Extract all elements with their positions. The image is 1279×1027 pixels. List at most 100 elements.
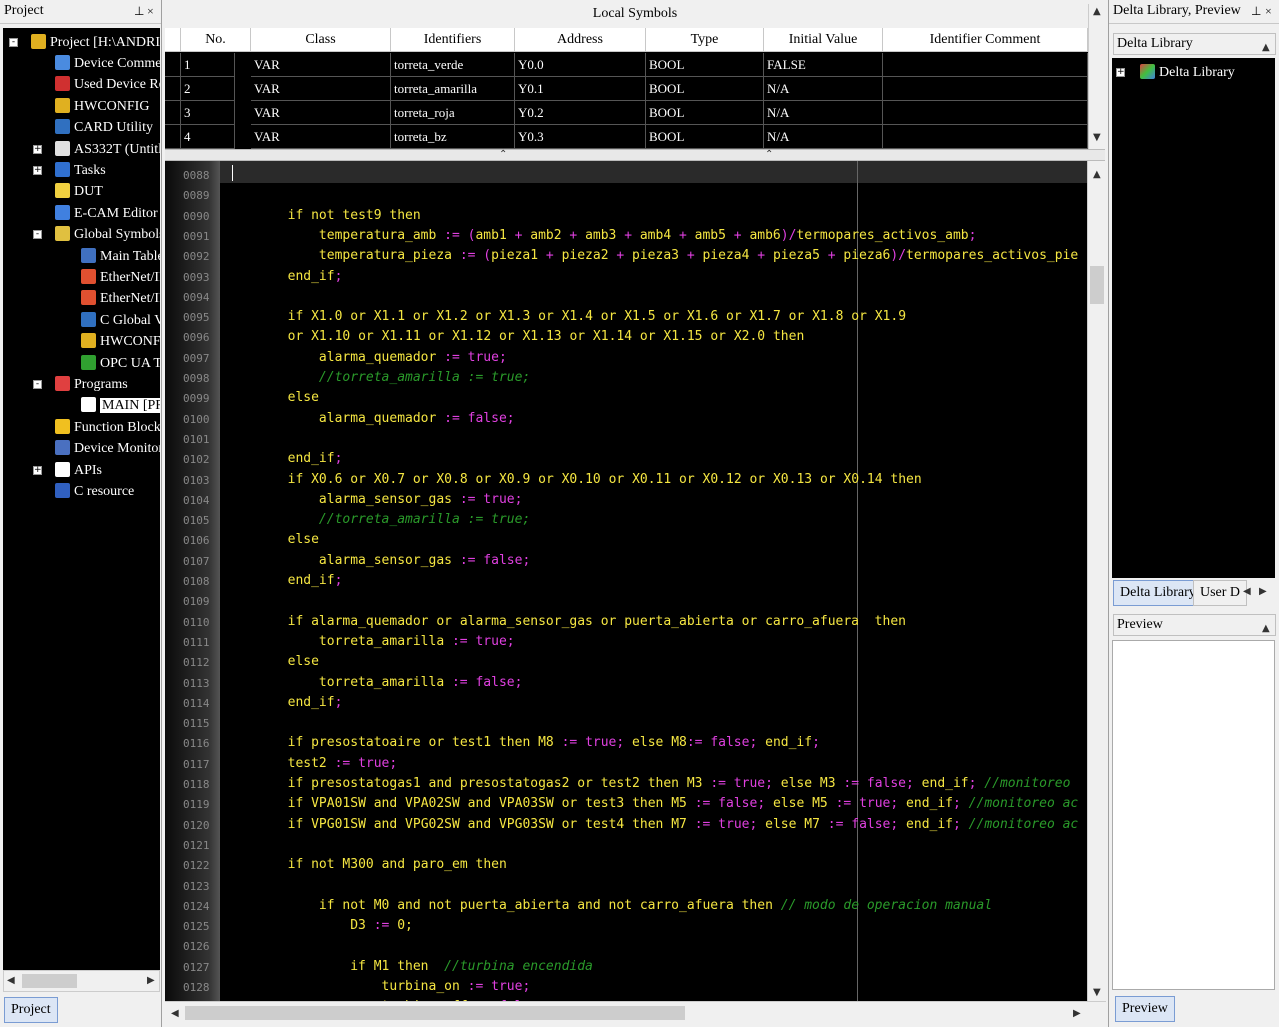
tab-preview[interactable]: Preview (1115, 996, 1175, 1022)
table-cell[interactable]: VAR (251, 125, 391, 149)
tab-delta-library[interactable]: Delta Library (1113, 580, 1203, 606)
tree-item-card-utility[interactable]: CARD Utility (55, 117, 153, 138)
tree-item-dut[interactable]: DUT (55, 181, 103, 202)
editor-horizontal-scrollbar[interactable]: ◀ ▶ (165, 1001, 1106, 1025)
scrollbar-thumb[interactable] (22, 974, 77, 988)
tree-item-apis[interactable]: APIs (55, 460, 102, 481)
code-line[interactable]: temperatura_pieza := (pieza1 + pieza2 + … (225, 248, 1078, 263)
table-cell[interactable]: 2 (181, 77, 235, 101)
table-cell[interactable]: torreta_roja (391, 101, 515, 125)
tree-item-tasks[interactable]: Tasks (55, 160, 106, 181)
code-line[interactable]: alarma_sensor_gas := true; (225, 492, 523, 507)
scroll-left-icon[interactable]: ◀ (7, 975, 15, 986)
tree-root-project[interactable]: Project [H:\ANDRITZ (31, 32, 160, 53)
tree-item-c-resource[interactable]: C resource (55, 481, 134, 502)
library-root-node[interactable]: Delta Library (1140, 62, 1235, 83)
code-line[interactable]: end_if; (225, 451, 343, 466)
expand-icon[interactable]: + (33, 465, 42, 475)
tree-item-ethernet-ip[interactable]: EtherNet/IP (81, 267, 160, 288)
code-line[interactable]: if alarma_quemador or alarma_sensor_gas … (225, 614, 906, 629)
tree-item-main-pr[interactable]: MAIN [PR (81, 395, 160, 416)
table-cell[interactable]: N/A (764, 77, 883, 101)
code-line[interactable]: //torreta_amarilla := true; (225, 512, 530, 527)
table-cell[interactable] (883, 53, 1088, 77)
tree-item-programs[interactable]: Programs (55, 374, 128, 395)
table-cell[interactable]: torreta_amarilla (391, 77, 515, 101)
table-cell[interactable]: 1 (181, 53, 235, 77)
code-line[interactable]: end_if; (225, 269, 343, 284)
column-header[interactable]: Identifiers (391, 28, 515, 52)
table-cell[interactable]: BOOL (646, 53, 764, 77)
row-selector[interactable] (165, 125, 181, 149)
column-header[interactable]: Type (646, 28, 764, 52)
tree-item-as332t-untitl[interactable]: AS332T (Untitl (55, 139, 160, 160)
tab-next-icon[interactable]: ▶ (1259, 586, 1267, 597)
tree-item-ethernet-ip[interactable]: EtherNet/IP (81, 288, 160, 309)
code-line[interactable]: if not M300 and paro_em then (225, 857, 507, 872)
symbols-vertical-scrollbar[interactable]: ▲ ▼ (1088, 4, 1106, 149)
code-line[interactable]: test2 := true; (225, 756, 398, 771)
scroll-up-icon[interactable]: ▲ (1093, 6, 1101, 17)
scroll-right-icon[interactable]: ▶ (147, 975, 155, 986)
collapse-icon[interactable]: - (33, 230, 42, 240)
code-line[interactable]: or X1.10 or X1.11 or X1.12 or X1.13 or X… (225, 329, 805, 344)
table-cell[interactable]: VAR (251, 101, 391, 125)
code-line[interactable]: if VPA01SW and VPA02SW and VPA03SW or te… (225, 796, 1079, 811)
table-cell[interactable]: N/A (764, 101, 883, 125)
tab-project[interactable]: Project (4, 997, 58, 1023)
code-line[interactable]: else (225, 654, 319, 669)
scroll-down-icon[interactable]: ▼ (1093, 132, 1101, 143)
row-selector[interactable] (165, 77, 181, 101)
collapse-icon[interactable]: ▲ (1262, 38, 1270, 58)
code-line[interactable]: if X1.0 or X1.1 or X1.2 or X1.3 or X1.4 … (225, 309, 906, 324)
table-cell[interactable]: Y0.1 (515, 77, 646, 101)
code-line[interactable]: if not M0 and not puerta_abierta and not… (225, 898, 992, 913)
tab-user-d[interactable]: User D (1193, 580, 1248, 606)
code-line[interactable]: turbina_on := true; (225, 979, 531, 994)
code-line[interactable]: end_if; (225, 695, 343, 710)
collapse-icon[interactable]: - (33, 380, 42, 389)
code-line[interactable]: //torreta_amarilla := true; (225, 370, 530, 385)
tree-item-e-cam-editor[interactable]: E-CAM Editor (55, 203, 158, 224)
collapse-icon[interactable]: - (9, 38, 18, 47)
code-line[interactable]: torreta_amarilla := false; (225, 675, 523, 690)
tab-prev-icon[interactable]: ◀ (1243, 586, 1251, 597)
st-code-editor[interactable]: 0088 0089 0090 0091 0092 0093 0094 0095 0096 0097… (165, 161, 1087, 1001)
scroll-left-icon[interactable]: ◀ (171, 1008, 179, 1019)
table-cell[interactable] (883, 125, 1088, 149)
close-icon[interactable]: × (1265, 0, 1272, 22)
table-cell[interactable]: BOOL (646, 101, 764, 125)
column-header[interactable]: No. (181, 28, 251, 52)
expand-icon[interactable]: + (33, 144, 42, 154)
code-line[interactable]: end_if; (225, 573, 343, 588)
table-cell[interactable]: BOOL (646, 77, 764, 101)
collapse-icon[interactable]: ▲ (1262, 619, 1270, 639)
table-cell[interactable]: FALSE (764, 53, 883, 77)
table-cell[interactable]: torreta_verde (391, 53, 515, 77)
table-cell[interactable]: Y0.2 (515, 101, 646, 125)
code-line[interactable]: alarma_sensor_gas := false; (225, 553, 530, 568)
editor-vertical-scrollbar[interactable]: ▲ ▼ (1087, 161, 1106, 1001)
tree-item-used-device-rep[interactable]: Used Device Rep (55, 74, 160, 95)
column-header[interactable]: Identifier Comment (883, 28, 1088, 52)
scroll-right-icon[interactable]: ▶ (1073, 1008, 1081, 1019)
tree-item-c-global-v[interactable]: C Global V (81, 310, 160, 331)
table-cell[interactable]: torreta_bz (391, 125, 515, 149)
tree-item-function-blocks[interactable]: Function Blocks (55, 417, 160, 438)
tree-item-opc-ua-t[interactable]: OPC UA T (81, 353, 160, 374)
row-selector[interactable] (165, 53, 181, 77)
expand-icon[interactable]: + (1116, 68, 1125, 77)
tree-horizontal-scrollbar[interactable]: ◀ ▶ (3, 970, 160, 992)
column-header[interactable]: Class (251, 28, 391, 52)
collapse-up-icon[interactable]: ⌃ (499, 149, 507, 160)
code-line[interactable]: torreta_amarilla := true; (225, 634, 515, 649)
table-cell[interactable]: BOOL (646, 125, 764, 149)
table-cell[interactable]: 3 (181, 101, 235, 125)
table-cell[interactable] (883, 101, 1088, 125)
collapse-up-icon-right[interactable]: ⌃ (765, 149, 773, 160)
code-line[interactable]: else (225, 532, 319, 547)
expand-icon[interactable]: + (33, 166, 42, 175)
scroll-down-icon[interactable]: ▼ (1093, 987, 1101, 998)
close-icon[interactable]: × (147, 0, 154, 22)
code-line[interactable]: else (225, 390, 319, 405)
